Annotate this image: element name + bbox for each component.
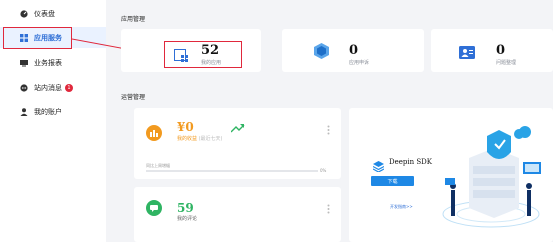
more-vertical-icon[interactable] <box>327 120 330 139</box>
issues-count: 0 <box>496 43 506 58</box>
income-value: ¥0 <box>177 120 194 134</box>
sidebar-item-label: 业务报表 <box>34 58 62 67</box>
card-comments[interactable]: 59 我的评论 <box>134 187 341 242</box>
appeal-count: 0 <box>349 43 359 58</box>
appeal-label: 应用申诉 <box>349 60 370 66</box>
income-label-row: 我的收益 (最近七天) <box>177 135 223 142</box>
comments-count: 59 <box>177 201 194 215</box>
card-issues[interactable]: 0 问题整理 <box>431 29 553 72</box>
income-sublabel: (最近七天) <box>198 136 223 142</box>
user-icon <box>19 107 28 116</box>
download-button[interactable]: 下载 <box>371 176 414 186</box>
sidebar: 仪表盘 应用服务 业务报表 站内消息 1 我的账户 <box>0 0 106 242</box>
sdk-layers-icon <box>372 157 385 176</box>
dashboard-icon <box>19 9 28 18</box>
trend-up-icon <box>230 118 245 137</box>
my-apps-label: 我的应用 <box>201 60 222 66</box>
progress-value: 0% <box>320 168 327 173</box>
server-shield-illustration <box>439 118 547 234</box>
highlight-annotation <box>3 27 72 49</box>
shield-hex-icon <box>314 43 329 63</box>
sidebar-item-label: 站内消息 <box>34 83 62 92</box>
card-app-appeal[interactable]: 0 应用申诉 <box>282 29 424 72</box>
issues-label: 问题整理 <box>496 60 517 66</box>
sidebar-item-messages[interactable]: 站内消息 1 <box>0 77 106 98</box>
section-title-operations: 运营管理 <box>121 94 146 101</box>
comments-label: 我的评论 <box>177 216 198 222</box>
progress-bar <box>146 170 318 172</box>
report-icon <box>19 58 28 67</box>
section-title-app-management: 应用管理 <box>121 16 146 23</box>
progress-label: 同比上周增幅 <box>146 163 170 168</box>
sidebar-item-label: 我的账户 <box>34 107 62 116</box>
income-icon <box>146 125 162 145</box>
unread-badge: 1 <box>65 83 73 92</box>
card-deepin-sdk: Deepin SDK 开发指南>> <box>349 108 553 242</box>
more-vertical-icon[interactable] <box>327 199 330 218</box>
comment-icon <box>146 200 162 220</box>
sidebar-item-dashboard[interactable]: 仪表盘 <box>0 3 106 24</box>
people-card-icon <box>459 44 475 63</box>
income-label: 我的收益 <box>177 136 198 142</box>
card-income[interactable]: ¥0 我的收益 (最近七天) 同比上周增幅 0% <box>134 108 341 179</box>
sidebar-item-label: 仪表盘 <box>34 9 55 18</box>
message-icon <box>19 83 28 92</box>
sidebar-item-account[interactable]: 我的账户 <box>0 101 106 122</box>
card-my-apps[interactable]: 52 我的应用 <box>121 29 261 72</box>
my-apps-count: 52 <box>201 43 220 58</box>
apps-window-icon <box>174 47 189 66</box>
sdk-guide-link[interactable]: 开发指南>> <box>390 204 413 210</box>
sdk-title: Deepin SDK <box>389 158 432 166</box>
